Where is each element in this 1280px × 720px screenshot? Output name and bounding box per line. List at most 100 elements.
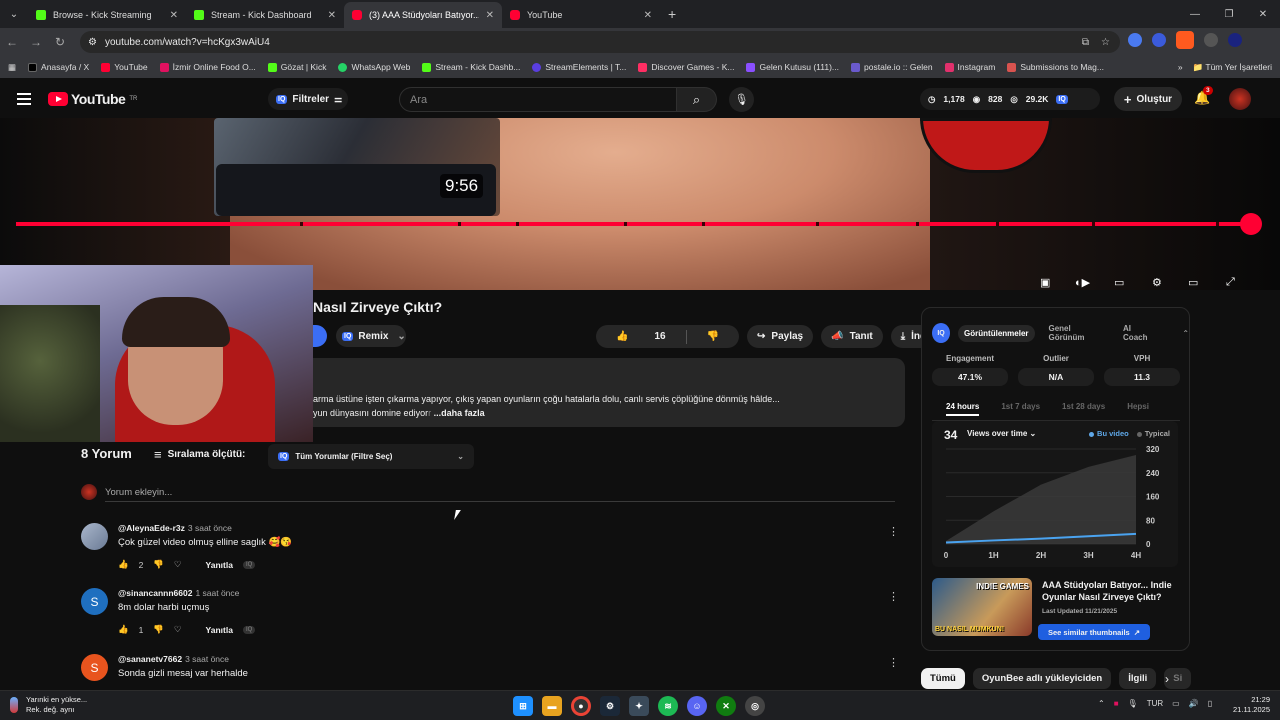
dislike-button[interactable]: 👎 (687, 331, 739, 342)
share-button[interactable]: ↪ Paylaş (747, 325, 814, 348)
bookmark-item[interactable]: Submissions to Mag... (1001, 62, 1110, 72)
bookmark-item[interactable]: Stream - Kick Dashb... (416, 62, 526, 72)
menu-icon[interactable] (17, 93, 31, 108)
app-icon[interactable]: ◎ (745, 696, 765, 716)
close-tab-icon[interactable]: ✕ (328, 10, 336, 21)
subtitles-icon[interactable]: ▭ (1114, 276, 1124, 289)
promote-button[interactable]: 📣 Tanıt (821, 325, 883, 348)
range-24h[interactable]: 24 hours (946, 402, 980, 416)
iq-reply-icon[interactable]: IQ (242, 560, 256, 569)
search-button[interactable]: ⌕ (677, 87, 717, 112)
notifications-icon[interactable]: 🔔 3 (1194, 86, 1213, 106)
extension-icon[interactable] (1204, 33, 1218, 47)
tray-app-icon[interactable]: ■ (1114, 699, 1119, 708)
voice-search-button[interactable]: 🎙 (729, 87, 754, 112)
bookmark-item[interactable]: İzmir Online Food O... (154, 62, 262, 72)
site-info-icon[interactable]: ⚙ (88, 37, 97, 48)
app-icon[interactable]: ✦ (629, 696, 649, 716)
subscribe-button-edge[interactable] (313, 325, 327, 347)
start-windows-icon[interactable]: ⊞ (513, 696, 533, 716)
tab-youtube-video[interactable]: (3) AAA Stüdyoları Batıyor... Ind ✕ (344, 2, 502, 28)
chip-uploader[interactable]: OyunBee adlı yükleyiciden (972, 668, 1112, 689)
tab-kick-dashboard[interactable]: Stream - Kick Dashboard ✕ (186, 2, 344, 28)
tab-overview[interactable]: Genel Görünüm (1043, 320, 1110, 346)
bookmark-item[interactable]: Instagram (939, 62, 1002, 72)
back-icon[interactable]: ← (0, 35, 24, 49)
microphone-icon[interactable]: 🎙 (1128, 699, 1138, 708)
reply-button[interactable]: Yanıtla (206, 560, 233, 570)
tab-kick-browse[interactable]: Browse - Kick Streaming ✕ (28, 2, 186, 28)
xbox-icon[interactable]: ✕ (716, 696, 736, 716)
minimize-icon[interactable]: — (1178, 0, 1212, 28)
tab-search-icon[interactable]: ⌄ (0, 0, 28, 28)
iq-reply-icon[interactable]: IQ (242, 625, 256, 634)
extension-icon[interactable] (1152, 33, 1166, 47)
see-similar-button[interactable]: See similar thumbnails ↗ (1038, 624, 1150, 640)
language-indicator[interactable]: TUR (1147, 699, 1163, 708)
close-tab-icon[interactable]: ✕ (644, 10, 652, 21)
progress-scrubber[interactable] (1240, 213, 1262, 235)
more-bookmarks-icon[interactable]: » (1178, 62, 1183, 72)
filters-button[interactable]: IQ Filtreler ⚌ (268, 88, 348, 110)
autoplay-toggle-icon[interactable]: ◐▶ (1075, 276, 1090, 289)
bookmark-star-icon[interactable]: ☆ (1101, 37, 1110, 48)
video-description[interactable]: arma üstüne işten çıkarma yapıyor, çıkış… (313, 358, 905, 427)
extension-stats[interactable]: ◷ 1,178 ◉ 828 ◎ 29.2K IQ (920, 88, 1100, 110)
dislike-comment-icon[interactable]: 👎 (153, 624, 164, 635)
steam-icon[interactable]: ⚙ (600, 696, 620, 716)
search-input[interactable]: Ara (399, 87, 677, 112)
range-28d[interactable]: 1st 28 days (1062, 402, 1105, 416)
chrome-icon[interactable]: ● (571, 696, 591, 716)
discord-icon[interactable]: ☺ (687, 696, 707, 716)
all-bookmarks-folder[interactable]: 📁 Tüm Yer İşaretleri (1193, 62, 1272, 73)
collapse-chevron-icon[interactable]: ⌃ (1182, 329, 1189, 338)
range-all[interactable]: Hepsi (1127, 402, 1149, 416)
bookmark-item[interactable]: Anasayfa / X (22, 62, 95, 72)
heart-icon[interactable]: ♡ (174, 559, 182, 570)
iq-player-icon[interactable]: ▣ (1040, 276, 1050, 289)
tab-views[interactable]: Görüntülenmeler (958, 324, 1035, 342)
comment-menu-icon[interactable]: ⋮ (888, 656, 899, 669)
new-tab-button[interactable]: + (668, 6, 676, 22)
range-7d[interactable]: 1st 7 days (1001, 402, 1040, 416)
chevron-right-icon[interactable]: › (1165, 672, 1169, 686)
maximize-icon[interactable]: ❐ (1212, 0, 1246, 28)
bookmark-item[interactable]: postale.io :: Gelen (845, 62, 939, 72)
bookmark-item[interactable]: Gözat | Kick (262, 62, 333, 72)
sort-button[interactable]: ≡ Sıralama ölçütü: (154, 447, 245, 462)
extension-icon[interactable] (1128, 33, 1142, 47)
show-more-link[interactable]: ...daha fazla (434, 408, 485, 418)
network-icon[interactable]: ▭ (1172, 699, 1180, 708)
like-comment-icon[interactable]: 👍 (118, 559, 129, 570)
heart-icon[interactable]: ♡ (174, 624, 182, 635)
volume-icon[interactable]: 🔊 (1189, 699, 1199, 708)
taskbar-clock[interactable]: 21:29 21.11.2025 (1226, 695, 1270, 715)
video-thumbnail[interactable]: INDIE GAMES BU NASIL MUMKUN! (932, 578, 1032, 636)
comment-menu-icon[interactable]: ⋮ (888, 525, 899, 538)
comment-menu-icon[interactable]: ⋮ (888, 590, 899, 603)
tray-overflow-icon[interactable]: ⌃ (1098, 699, 1105, 708)
forward-icon[interactable]: → (24, 35, 48, 49)
close-window-icon[interactable]: ✕ (1246, 0, 1280, 28)
fullscreen-icon[interactable]: ⤢ (1226, 276, 1235, 289)
spotify-icon[interactable]: ≋ (658, 696, 678, 716)
commenter-avatar[interactable] (81, 523, 108, 550)
profile-avatar-icon[interactable] (1228, 33, 1242, 47)
install-app-icon[interactable]: ⧉ (1082, 37, 1089, 48)
comment-author[interactable]: @AleynaEde-r3z (118, 523, 185, 533)
chip-all[interactable]: Tümü (921, 668, 965, 689)
comment-author[interactable]: @sinancannn6602 (118, 588, 192, 598)
theater-mode-icon[interactable]: ▭ (1188, 276, 1198, 289)
bookmark-item[interactable]: WhatsApp Web (332, 62, 416, 72)
weather-widget[interactable]: Yarınki en yükse... Rek. değ. aynı (10, 695, 87, 715)
commenter-avatar[interactable]: S (81, 588, 108, 615)
like-comment-icon[interactable]: 👍 (118, 624, 129, 635)
extension-p-icon[interactable] (1176, 31, 1194, 49)
bookmark-item[interactable]: Gelen Kutusu (111)... (740, 62, 845, 72)
create-button[interactable]: + Oluştur (1114, 87, 1182, 111)
comment-author[interactable]: @sananetv7662 (118, 654, 182, 664)
comment-time[interactable]: 1 saat önce (195, 588, 239, 598)
file-explorer-icon[interactable]: ▬ (542, 696, 562, 716)
close-tab-icon[interactable]: ✕ (486, 10, 494, 21)
commenter-avatar[interactable]: S (81, 654, 108, 681)
